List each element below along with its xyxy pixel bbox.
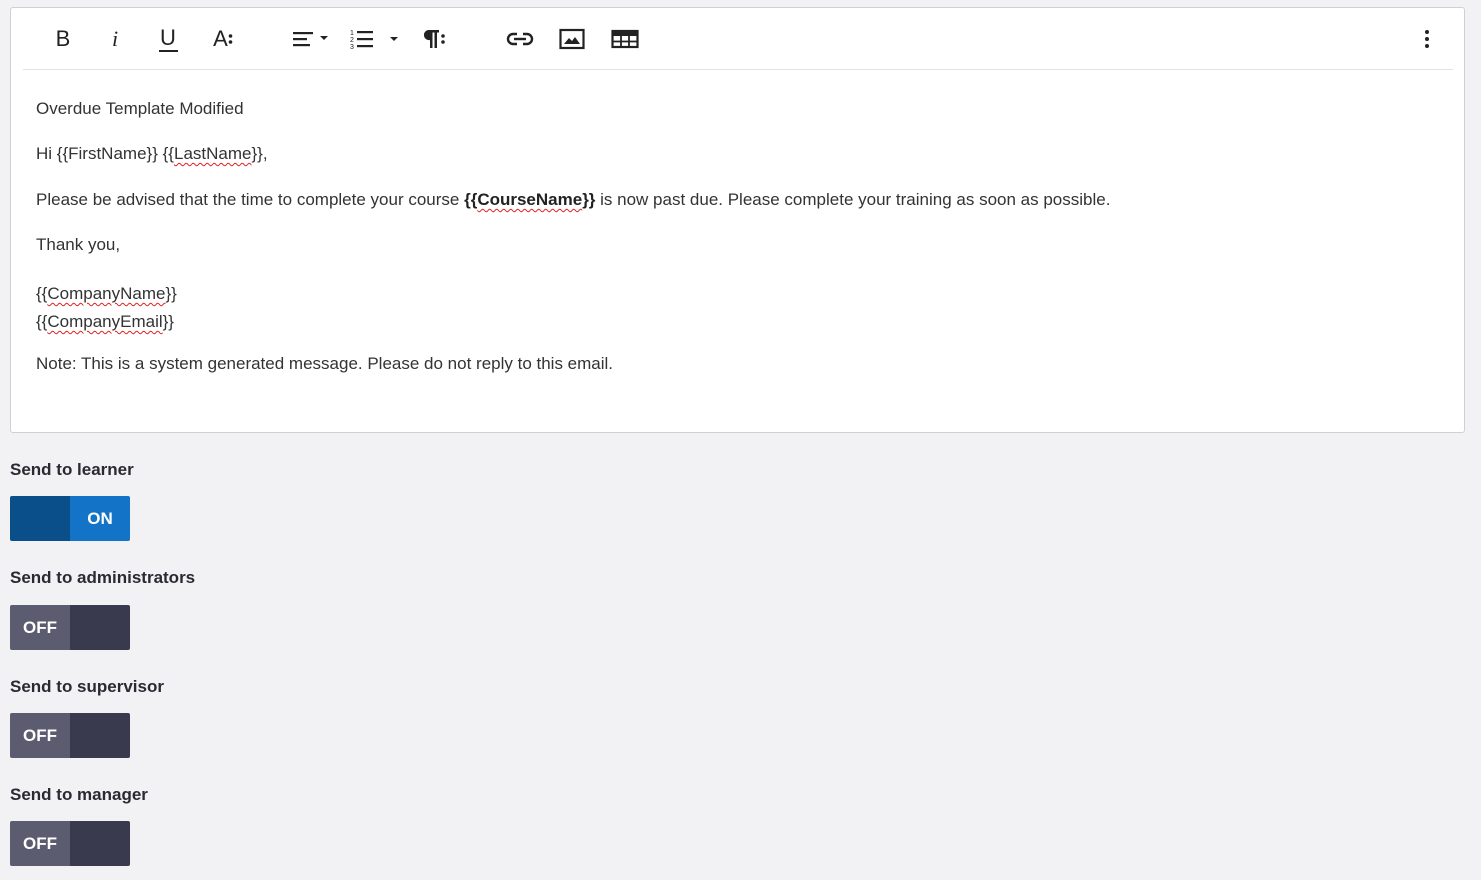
toggle-knob [70,713,130,758]
table-icon [611,29,639,49]
paragraph-format-button[interactable] [419,24,447,54]
italic-icon: i [111,26,119,51]
toggle-state-text: OFF [10,821,70,866]
more-options-button[interactable] [1417,24,1437,54]
toggle-knob [10,496,70,541]
email-closing: Thank you, [36,235,121,254]
toggle-state-text: ON [70,496,130,541]
first-name-variable: {{FirstName}} [56,144,158,163]
toggle-state-text: OFF [10,713,70,758]
bold-icon: B [55,26,71,51]
vertical-dots-icon [1425,30,1429,48]
italic-button[interactable]: i [105,24,125,54]
image-icon [559,28,585,50]
numbered-list-icon: 1 2 3 [350,30,398,50]
editor-toolbar: B i U A 1 2 3 [23,8,1453,70]
align-dropdown-button[interactable] [291,24,333,54]
insert-image-button[interactable] [559,24,585,54]
email-title: Overdue Template Modified [36,99,244,118]
insert-table-button[interactable] [611,24,639,54]
svg-text:2: 2 [350,37,354,44]
bold-button[interactable]: B [51,24,75,54]
send-to-administrators-label: Send to administrators [10,568,196,587]
align-left-icon [293,32,328,47]
company-name-variable: {{CompanyName}} [36,284,177,303]
send-to-administrators-toggle[interactable]: OFF [10,605,130,650]
svg-text:3: 3 [350,44,354,50]
underline-icon: U [160,24,176,50]
paragraph-icon [423,30,445,48]
toggle-knob [70,605,130,650]
link-icon [506,32,534,46]
send-to-supervisor-toggle[interactable]: OFF [10,713,130,758]
underline-button[interactable]: U [156,24,180,54]
email-greeting: Hi {{FirstName}} {{LastName}}, [36,144,268,163]
course-name-variable: {{CourseName}} [464,190,596,209]
rich-text-editor: B i U A 1 2 3 Overdue Template Modified … [10,7,1465,433]
toggle-knob [70,821,130,866]
last-name-variable: LastName [173,144,252,163]
email-signature: {{CompanyName}} {{CompanyEmail}} [36,280,177,336]
send-to-learner-toggle[interactable]: ON [10,496,130,541]
email-body: Please be advised that the time to compl… [36,190,1111,209]
font-size-icon: A [213,26,233,52]
send-to-learner-label: Send to learner [10,460,134,479]
svg-text:1: 1 [350,30,354,37]
list-dropdown-button[interactable]: 1 2 3 [349,24,403,54]
insert-link-button[interactable] [505,24,535,54]
send-to-manager-label: Send to manager [10,785,148,804]
send-to-supervisor-label: Send to supervisor [10,677,164,696]
font-size-button[interactable]: A [209,24,237,54]
toggle-state-text: OFF [10,605,70,650]
send-to-manager-toggle[interactable]: OFF [10,821,130,866]
company-email-variable: {{CompanyEmail}} [36,312,174,331]
email-note: Note: This is a system generated message… [36,354,614,373]
underline-bar [158,49,178,52]
